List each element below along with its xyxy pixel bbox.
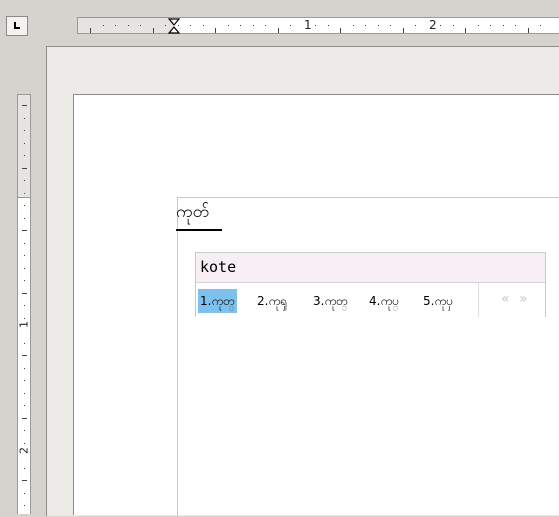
ruler-dot (128, 25, 129, 26)
vruler-dot (24, 130, 25, 131)
vruler-dot (24, 205, 25, 206)
vruler-tick (22, 418, 27, 419)
vruler-dot (24, 218, 25, 219)
vruler-dot (24, 243, 25, 244)
ruler-tick (215, 28, 216, 33)
candidate-4[interactable]: 4.ကုပ္ (367, 289, 401, 313)
prev-page-button[interactable]: « (501, 291, 510, 307)
ruler-dot (503, 25, 504, 26)
ruler-dot (515, 25, 516, 26)
vruler-tick (22, 293, 27, 294)
ruler-dot (490, 25, 491, 26)
ruler-tick (340, 28, 341, 33)
left-tab-icon (14, 22, 20, 29)
vruler-dot (24, 268, 25, 269)
ruler-dot (140, 25, 141, 26)
tab-stop-type-button[interactable] (6, 16, 28, 36)
candidate-list: 1.ကုတ္ 2.ကုၡ 3.ကုတ္ 4.ကုပ္ 5.ကုၦ « » (196, 282, 545, 317)
ruler-dot (103, 25, 104, 26)
ruler-tick (90, 28, 91, 33)
vruler-dot (24, 255, 25, 256)
next-page-button[interactable]: » (519, 291, 528, 307)
ruler-left-margin (78, 18, 173, 33)
vruler-dot (24, 368, 25, 369)
ime-preedit-text: kote (200, 258, 237, 276)
vruler-dot (24, 405, 25, 406)
ruler-dot (365, 25, 366, 26)
vruler-dot (24, 430, 25, 431)
vruler-label-2: 2 (17, 447, 31, 454)
ruler-dot (228, 25, 229, 26)
ruler-dot (253, 25, 254, 26)
vruler-tick (22, 230, 27, 231)
ruler-label-2: 2 (429, 18, 437, 32)
preedit-text-in-document: ကုတ် (176, 202, 210, 222)
ruler-label-1: 1 (304, 18, 312, 32)
vruler-tick (22, 480, 27, 481)
preedit-underline (176, 229, 222, 231)
ruler-tick (403, 28, 404, 33)
ruler-tick (278, 28, 279, 33)
vruler-dot (24, 493, 25, 494)
ruler-dot (290, 25, 291, 26)
horizontal-ruler[interactable]: 1 2 (77, 17, 559, 34)
vruler-dot (24, 180, 25, 181)
vruler-dot (24, 118, 25, 119)
vruler-dot (24, 380, 25, 381)
ruler-dot (453, 25, 454, 26)
vruler-dot (24, 143, 25, 144)
ruler-dot (328, 25, 329, 26)
text-boundary-left (177, 197, 178, 517)
ruler-dot (378, 25, 379, 26)
ruler-dot (440, 25, 441, 26)
vruler-dot (24, 343, 25, 344)
candidate-5[interactable]: 5.ကုၦ (421, 289, 455, 313)
vertical-ruler[interactable]: 1 2 (17, 94, 31, 514)
vruler-tick (22, 355, 27, 356)
text-boundary-top (177, 197, 559, 198)
candidate-2[interactable]: 2.ကုၡ (255, 289, 289, 313)
ruler-dot (190, 25, 191, 26)
vruler-label-1: 1 (17, 321, 31, 328)
vruler-dot (24, 193, 25, 194)
ruler-dot (478, 25, 479, 26)
ruler-tick (153, 28, 154, 33)
ruler-tick (465, 28, 466, 33)
ruler-dot (115, 25, 116, 26)
ruler-tick (528, 28, 529, 33)
candidate-3[interactable]: 3.ကုတ္ (311, 289, 350, 313)
vruler-dot (24, 155, 25, 156)
ime-candidate-window[interactable]: kote 1.ကုတ္ 2.ကုၡ 3.ကုတ္ 4.ကုပ္ 5.ကုၦ « … (195, 252, 546, 317)
ruler-dot (240, 25, 241, 26)
vruler-tick (22, 168, 27, 169)
candidate-1[interactable]: 1.ကုတ္ (198, 289, 237, 313)
vruler-dot (24, 468, 25, 469)
vruler-tick (22, 105, 27, 106)
vruler-dot (24, 393, 25, 394)
ruler-dot (203, 25, 204, 26)
ruler-dot (315, 25, 316, 26)
vruler-dot (24, 280, 25, 281)
ruler-dot (540, 25, 541, 26)
ruler-top-margin (18, 95, 30, 198)
ruler-dot (415, 25, 416, 26)
ruler-dot (265, 25, 266, 26)
indent-marker-icon[interactable] (167, 18, 181, 34)
vruler-dot (24, 305, 25, 306)
candidate-pager: « » (478, 283, 546, 317)
ruler-dot (390, 25, 391, 26)
ruler-dot (353, 25, 354, 26)
ruler-dot (165, 25, 166, 26)
